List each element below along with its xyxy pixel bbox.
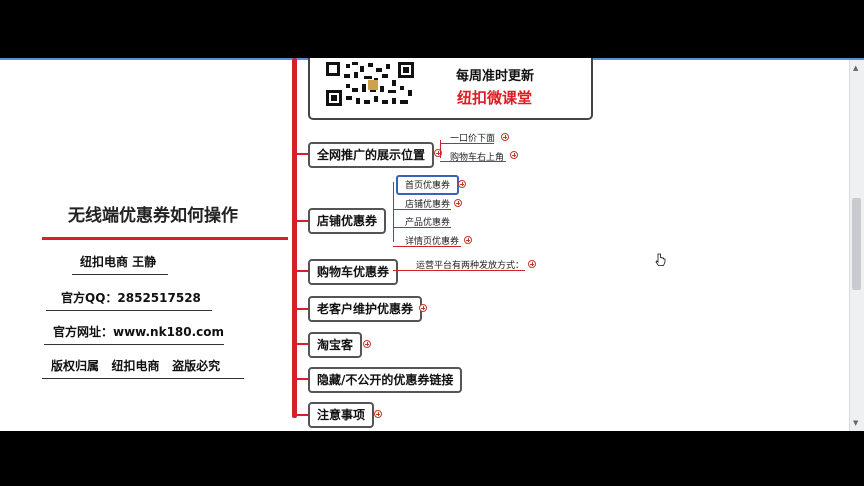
info-copyright: 版权归属 纽扣电商 盗版必究 [51, 359, 221, 373]
node-display-positions[interactable]: 全网推广的展示位置 [308, 142, 435, 168]
screen-area: 无线端优惠券如何操作 纽扣电商 王静 官方QQ：2852517528 官方网址：… [0, 58, 864, 431]
expand-plus-icon[interactable] [528, 260, 536, 268]
expand-plus-icon[interactable] [454, 199, 462, 207]
info-divider [72, 274, 168, 275]
node-notes[interactable]: 注意事项 [308, 402, 375, 428]
title-underline [42, 237, 288, 240]
info-divider [46, 310, 212, 311]
node-hidden-coupon-link[interactable]: 隐藏/不公开的优惠券链接 [308, 367, 463, 393]
qr-caption-line2: 纽扣微课堂 [457, 89, 533, 107]
sub-item-two-methods[interactable]: 运营平台有两种发放方式： [416, 258, 524, 271]
expand-plus-icon[interactable] [501, 133, 509, 141]
sub-connector [393, 182, 394, 242]
page-title: 无线端优惠券如何操作 [68, 206, 238, 226]
sub-underline [393, 246, 461, 247]
node-cart-coupon[interactable]: 购物车优惠券 [308, 259, 399, 285]
mindmap-trunk [292, 58, 297, 418]
expand-plus-icon[interactable] [363, 340, 371, 348]
info-author: 纽扣电商 王静 [80, 255, 157, 269]
node-taobaoke[interactable]: 淘宝客 [308, 332, 363, 358]
qr-code-icon [324, 60, 416, 108]
info-qq: 官方QQ：2852517528 [61, 291, 201, 305]
sub-item-homepage-coupon[interactable]: 首页优惠券 [405, 178, 450, 191]
node-old-customer-coupon[interactable]: 老客户维护优惠券 [308, 296, 423, 322]
sub-underline [440, 143, 494, 144]
node-shop-coupon[interactable]: 店铺优惠券 [308, 208, 387, 234]
expand-plus-icon[interactable] [419, 304, 427, 312]
mouse-pointer-icon [655, 253, 666, 266]
sub-underline [393, 227, 451, 228]
expand-plus-icon[interactable] [510, 151, 518, 159]
qr-box: 每周准时更新 纽扣微课堂 [308, 58, 593, 120]
scroll-up-arrow-icon[interactable]: ▲ [853, 64, 858, 72]
scroll-down-arrow-icon[interactable]: ▼ [853, 419, 858, 427]
sub-underline [393, 209, 451, 210]
expand-plus-icon[interactable] [374, 410, 382, 418]
expand-plus-icon[interactable] [458, 180, 466, 188]
sub-underline [440, 161, 506, 162]
info-divider [42, 378, 244, 379]
info-website: 官方网址：www.nk180.com [53, 325, 225, 339]
qr-caption-line1: 每周准时更新 [456, 69, 535, 84]
info-divider [44, 344, 224, 345]
expand-plus-icon[interactable] [464, 236, 472, 244]
vertical-scrollbar[interactable]: ▲ ▼ [849, 60, 864, 431]
scrollbar-thumb[interactable] [852, 198, 861, 290]
